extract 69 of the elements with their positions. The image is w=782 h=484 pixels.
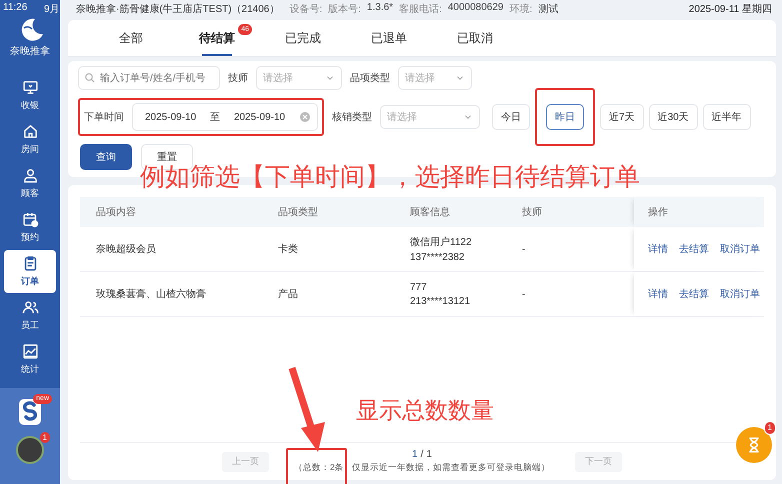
annotation-text: 显示总数数量 xyxy=(356,396,494,425)
tab[interactable]: 已取消 xyxy=(432,20,518,56)
clear-icon xyxy=(298,111,311,123)
search-icon xyxy=(84,72,96,84)
column-header: 品项类型 xyxy=(278,206,319,219)
tab[interactable]: 已退单 xyxy=(346,20,432,56)
column-header: 操作 xyxy=(634,197,764,227)
header-info-text: 1.3.6* xyxy=(366,2,394,15)
table-cell-text: 玫瑰桑葚膏、山楂六物膏 xyxy=(95,288,207,301)
filter-label: 品项类型 xyxy=(350,72,390,85)
avatar[interactable] xyxy=(16,436,44,464)
sidebar-item[interactable]: 房间 xyxy=(4,118,56,161)
table-cell-text: 213****13121 xyxy=(410,296,472,306)
table-cell-text: 微信用户1122 xyxy=(410,236,473,249)
table-cell-text: 奈晚超级会员 xyxy=(95,242,157,256)
calendar-clock-icon xyxy=(22,211,38,228)
house-icon xyxy=(22,123,38,140)
total-count-text: （总数：2条 仅显示近一年数据，如需查看更多可登录电脑端） xyxy=(294,462,550,474)
action-link[interactable]: 取消订单 xyxy=(720,242,760,256)
header-info-text: 4000080629 xyxy=(448,2,504,15)
date-preset-button[interactable]: 近半年 xyxy=(702,104,751,130)
sidebar-item[interactable]: 顾客 xyxy=(4,162,56,205)
notification-badge: 1 xyxy=(40,432,50,443)
filter-label: 下单时间 xyxy=(84,110,124,124)
logo-text: 奈晚推拿 xyxy=(10,44,50,58)
page-indicator: 1 / 1 xyxy=(412,449,432,460)
chart-icon xyxy=(22,343,38,360)
tab[interactable]: 已完成 xyxy=(260,20,346,56)
header-info-text: 环境: xyxy=(509,2,532,16)
action-link[interactable]: 详情 xyxy=(648,287,668,301)
date-preset-button[interactable]: 今日 xyxy=(492,104,530,130)
status-time: 11:26 xyxy=(3,2,28,13)
header-info-text: 设备号: xyxy=(289,3,322,16)
date-preset-button[interactable]: 近7天 xyxy=(600,104,644,130)
column-header: 顾客信息 xyxy=(410,206,451,219)
sidebar-item[interactable]: 统计 xyxy=(4,338,56,381)
date-preset-button[interactable]: 昨日 xyxy=(546,104,584,130)
action-link[interactable]: 详情 xyxy=(648,242,668,256)
people-icon xyxy=(22,299,38,316)
header-info-text: 版本号: xyxy=(328,2,361,16)
header-info-text: 客服电话: xyxy=(399,2,442,16)
store-title: 奈晚推拿·筋骨健康(牛王庙店TEST)（21406） xyxy=(76,2,280,16)
date-text: 2025-09-11 星期四 xyxy=(688,2,772,16)
sidebar-item[interactable]: 员工 xyxy=(4,294,56,337)
table-cell-text: 137****2382 xyxy=(410,252,466,263)
filter-label: 技师 xyxy=(228,72,248,85)
action-link[interactable]: 去结算 xyxy=(679,287,709,301)
filter-label: 核销类型 xyxy=(332,110,372,124)
status-date: 9月 xyxy=(44,3,60,16)
action-link[interactable]: 去结算 xyxy=(679,242,709,256)
sidebar-item[interactable]: 收银 xyxy=(4,74,56,117)
table-cell-text: - xyxy=(522,244,526,254)
date-range-field[interactable]: 2025-09-10 至 2025-09-10 xyxy=(132,103,318,131)
search-button[interactable]: 查询 xyxy=(80,144,132,170)
table-cell-text: - xyxy=(522,288,526,300)
table-cell-text: 产品 xyxy=(278,288,299,301)
sidebar-item[interactable]: 订单 xyxy=(4,250,56,293)
action-link[interactable]: 取消订单 xyxy=(720,287,760,301)
sidebar-item[interactable]: 预约 xyxy=(4,206,56,249)
tab[interactable]: 全部 xyxy=(88,20,174,56)
person-icon xyxy=(22,167,38,184)
monitor-icon xyxy=(22,79,38,96)
column-header: 技师 xyxy=(522,206,543,219)
table-cell-text: 卡类 xyxy=(278,242,299,256)
column-header: 品项内容 xyxy=(95,206,137,219)
date-preset-button[interactable]: 近30天 xyxy=(648,104,698,130)
header-info-text: 测试 xyxy=(538,2,558,16)
table-cell-text: 777 xyxy=(410,282,428,292)
search-field[interactable]: 输入订单号/姓名/手机号 xyxy=(78,66,220,90)
